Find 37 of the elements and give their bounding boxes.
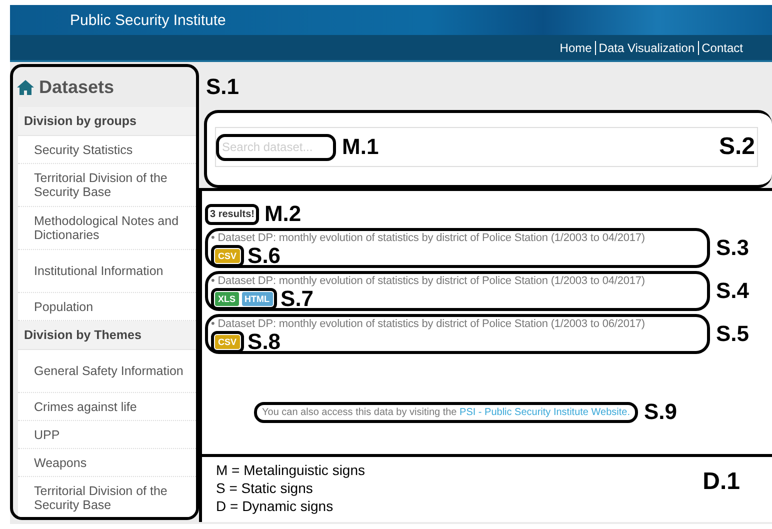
annotation-label: S.1 xyxy=(206,74,240,99)
sidebar-item[interactable]: UPP xyxy=(18,421,196,449)
dataset-title[interactable]: • Dataset DP: monthly evolution of statistics by district of Police Station (1/2003 to 04/2017) xyxy=(211,275,707,288)
sidebar-item[interactable]: Institutional Information xyxy=(18,250,196,293)
sidebar-item[interactable]: General Safety Information xyxy=(18,350,196,393)
legend-line: D = Dynamic signs xyxy=(216,497,334,515)
legend-line: M = Metalinguistic signs xyxy=(216,461,366,479)
annotation-label: S.5 xyxy=(716,323,750,345)
site-title: Public Security Institute xyxy=(70,12,226,28)
sidebar-title: Datasets xyxy=(39,76,114,98)
dataset-title[interactable]: • Dataset DP: monthly evolution of statistics by district of Police Station (1/2003 to 06/2017) xyxy=(211,318,707,331)
annotation-label: S.3 xyxy=(716,237,750,259)
annotation-label: S.6 xyxy=(248,245,281,267)
nav-link[interactable]: Data Visualization xyxy=(594,40,698,54)
sidebar-item[interactable]: Crimes against life xyxy=(18,393,196,421)
sidebar-item[interactable]: Weapons xyxy=(18,449,196,477)
annotation-label: D.1 xyxy=(702,467,741,497)
annotation-label: M.1 xyxy=(342,136,379,158)
dataset-title[interactable]: • Dataset DP: monthly evolution of statistics by district of Police Station (1/2003 to 04/2017) xyxy=(211,232,707,245)
section-heading: Division by Themes xyxy=(18,321,196,350)
annotation-label: S.8 xyxy=(248,331,281,353)
sidebar-item[interactable]: Territorial Division of the Security Base xyxy=(18,164,196,207)
annotation-label: S.4 xyxy=(716,280,750,302)
nav-link[interactable]: Home xyxy=(556,40,595,54)
annotation-label: S.9 xyxy=(644,401,678,423)
legend-line: S = Static signs xyxy=(216,479,314,497)
sidebar-item[interactable]: Security Statistics xyxy=(18,136,196,164)
section-heading: Division by groups xyxy=(18,107,196,136)
sidebar-item[interactable]: Methodological Notes and Dictionaries xyxy=(18,207,196,250)
annotation-label: S.7 xyxy=(280,288,314,310)
nav-link[interactable]: Contact xyxy=(698,40,746,54)
annotation-label: M.2 xyxy=(264,203,302,225)
annotation-label: S.2 xyxy=(718,136,755,158)
home-icon xyxy=(17,80,34,94)
results-count: 3 results! xyxy=(205,204,260,224)
info-text: You can also access this data by visiting the PSI - Public Security Institute Website. xyxy=(254,402,638,422)
sidebar-item[interactable]: Territorial Division of the Security Base xyxy=(18,477,196,517)
